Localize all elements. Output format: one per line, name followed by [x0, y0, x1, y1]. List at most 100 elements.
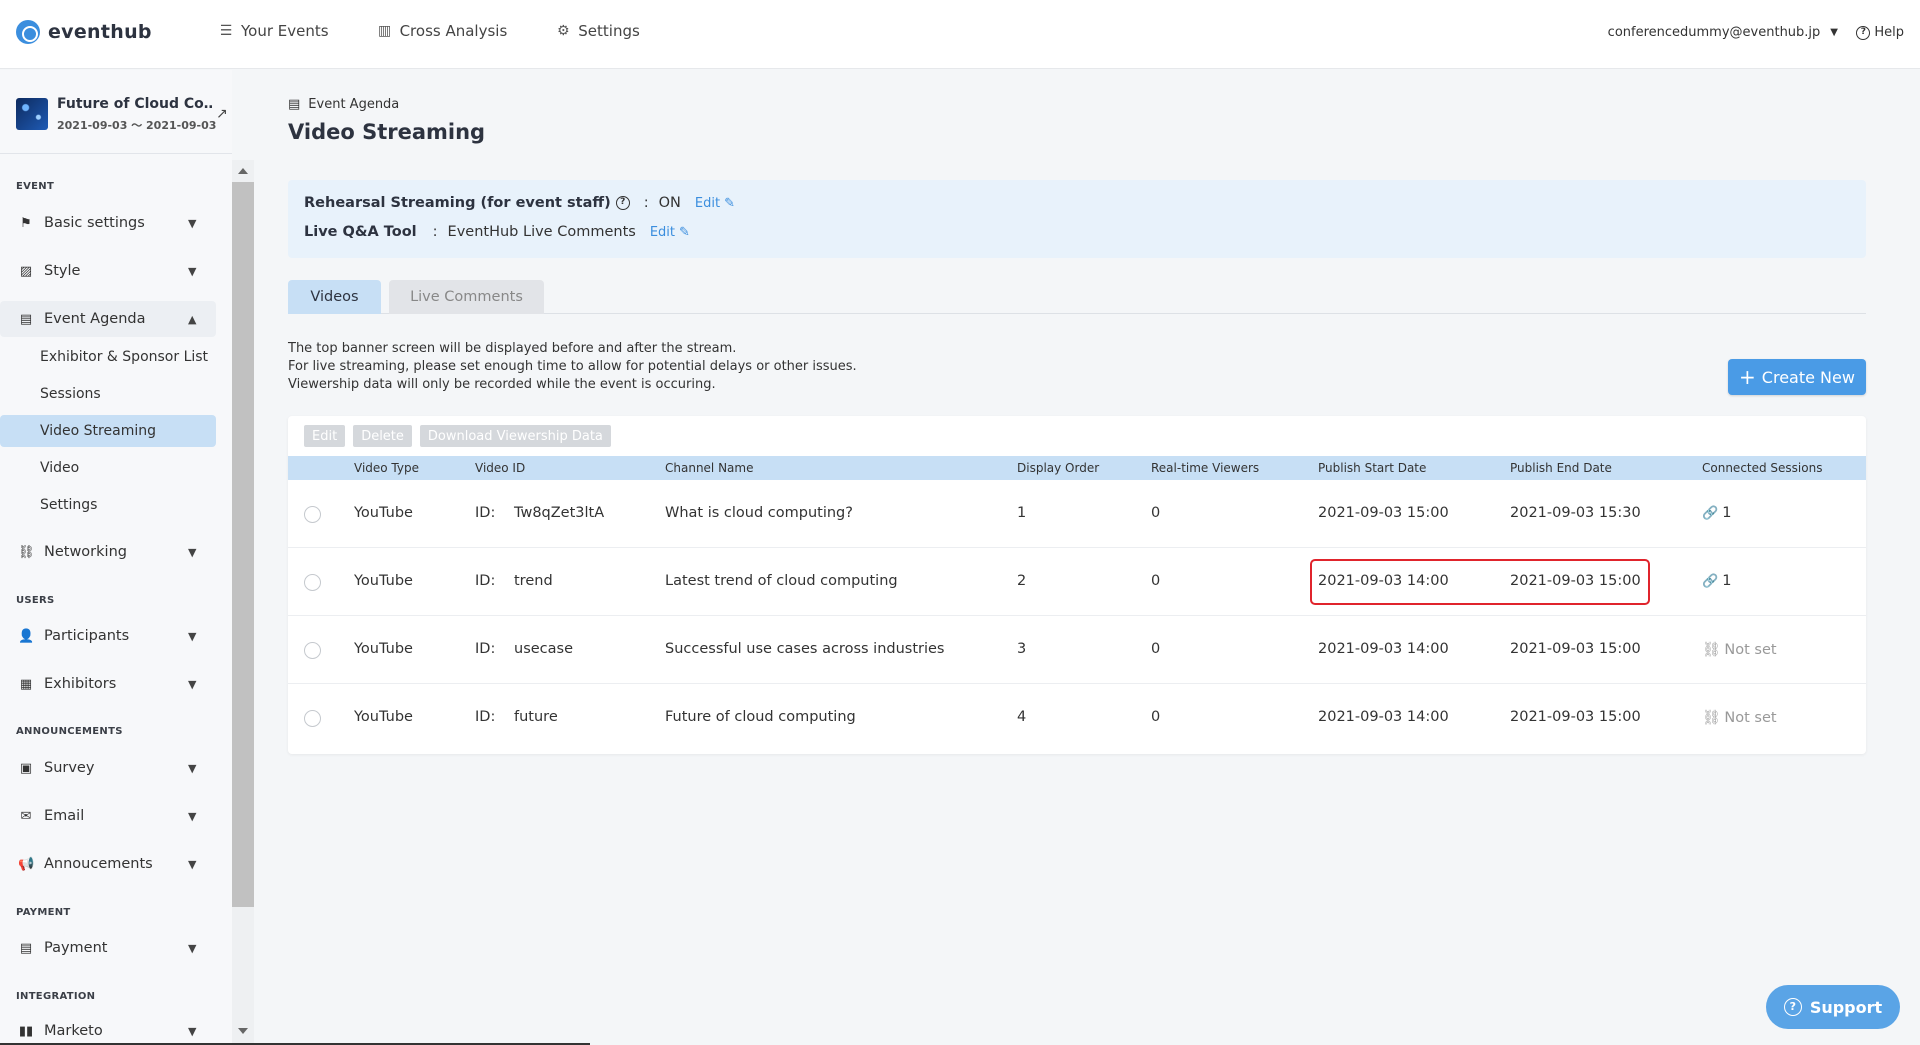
- sidebar-item-label: Networking: [44, 544, 127, 560]
- row-select-radio[interactable]: [304, 574, 321, 591]
- sessions-count: 1: [1722, 505, 1732, 521]
- event-card: Future of Cloud Co… 2021-09-03 ～ 2021-09…: [0, 70, 232, 154]
- section-event: EVENT: [16, 181, 55, 192]
- sidebar-sub-exhibitor-sponsor-list[interactable]: Exhibitor & Sponsor List: [0, 341, 216, 373]
- section-announcements: ANNOUNCEMENTS: [16, 726, 123, 737]
- scroll-down-arrow-icon[interactable]: [238, 1028, 248, 1034]
- help-icon: ?: [1856, 25, 1871, 40]
- agenda-icon: ▤: [288, 97, 301, 112]
- logo[interactable]: eventhub: [16, 20, 152, 44]
- cell-publish-end: 2021-09-03 15:00: [1510, 709, 1641, 725]
- sidebar-item-style[interactable]: ▨ Style ▼: [0, 253, 216, 289]
- sessions-count: 1: [1722, 573, 1732, 589]
- scroll-up-arrow-icon[interactable]: [238, 168, 248, 174]
- th-video-type: Video Type: [354, 461, 419, 475]
- tab-bar: Videos Live Comments: [288, 280, 1866, 314]
- sidebar-item-event-agenda[interactable]: ▤ Event Agenda ▲: [0, 301, 216, 337]
- cell-display-order: 1: [1017, 505, 1027, 521]
- breadcrumb-label: Event Agenda: [308, 97, 400, 112]
- chevron-down-icon: ▼: [188, 941, 197, 955]
- nav-settings[interactable]: ⚙ Settings: [555, 22, 640, 40]
- cell-publish-start: 2021-09-03 14:00: [1318, 709, 1449, 725]
- cell-viewers: 0: [1151, 505, 1161, 521]
- sidebar-item-basic-settings[interactable]: ⚑ Basic settings ▼: [0, 205, 216, 241]
- question-icon[interactable]: ?: [615, 196, 630, 210]
- row-select-radio[interactable]: [304, 506, 321, 523]
- rehearsal-edit-link[interactable]: Edit ✎: [695, 196, 735, 211]
- note-line: For live streaming, please set enough ti…: [288, 359, 857, 374]
- sidebar-item-label: Event Agenda: [44, 311, 146, 327]
- sidebar-item-exhibitors[interactable]: ▦ Exhibitors ▼: [0, 666, 216, 702]
- cell-id-prefix: ID:: [475, 709, 496, 725]
- section-users: USERS: [16, 595, 55, 606]
- external-link-icon[interactable]: ↗: [216, 106, 228, 122]
- create-new-button[interactable]: + Create New: [1728, 359, 1866, 395]
- th-realtime-viewers: Real-time Viewers: [1151, 461, 1260, 475]
- sidebar-item-announcements[interactable]: 📢 Annoucements ▼: [0, 846, 216, 882]
- sidebar-sub-video-streaming[interactable]: Video Streaming: [0, 415, 216, 447]
- cell-connected-sessions[interactable]: ⛓ Not set: [1702, 709, 1777, 726]
- chevron-down-icon: ▼: [188, 677, 197, 691]
- cell-viewers: 0: [1151, 641, 1161, 657]
- sessions-not-set: Not set: [1724, 642, 1777, 658]
- th-connected-sessions: Connected Sessions: [1702, 461, 1823, 475]
- cell-display-order: 2: [1017, 573, 1027, 589]
- rehearsal-value: ON: [658, 195, 681, 211]
- sidebar-item-label: Email: [44, 808, 85, 824]
- videos-table: Edit Delete Download Viewership Data Vid…: [288, 416, 1866, 754]
- sidebar-item-survey[interactable]: ▣ Survey ▼: [0, 750, 216, 786]
- row-select-radio[interactable]: [304, 642, 321, 659]
- plus-icon: +: [1739, 365, 1756, 389]
- sidebar-item-marketo[interactable]: ▮▮ Marketo ▼: [0, 1013, 216, 1045]
- th-video-id: Video ID: [475, 461, 526, 475]
- mail-icon: ✉: [20, 808, 32, 824]
- table-row: YouTube ID: usecase Successful use cases…: [288, 616, 1866, 684]
- tab-videos[interactable]: Videos: [288, 280, 381, 314]
- download-viewership-button[interactable]: Download Viewership Data: [419, 425, 611, 447]
- sidebar-scrollbar[interactable]: [232, 160, 254, 1045]
- scrollbar-thumb[interactable]: [232, 182, 254, 907]
- qa-edit-link[interactable]: Edit ✎: [650, 225, 690, 240]
- edit-label: Edit: [694, 195, 721, 211]
- cell-publish-end: 2021-09-03 15:00: [1510, 641, 1641, 657]
- nav-cross-analysis-label: Cross Analysis: [399, 22, 508, 40]
- link-icon: 🔗: [1702, 574, 1719, 589]
- rehearsal-row: Rehearsal Streaming (for event staff) ? …: [304, 195, 735, 211]
- sidebar-sub-sessions[interactable]: Sessions: [0, 378, 216, 410]
- sidebar-item-email[interactable]: ✉ Email ▼: [0, 798, 216, 834]
- create-new-label: Create New: [1761, 367, 1855, 387]
- cell-video-id: Tw8qZet3ltA: [514, 505, 605, 521]
- sidebar-item-networking[interactable]: ⛓ Networking ▼: [0, 534, 216, 570]
- agenda-icon: ▤: [19, 311, 33, 327]
- sidebar-sub-video[interactable]: Video: [0, 452, 216, 484]
- cell-connected-sessions[interactable]: 🔗 1: [1702, 505, 1731, 521]
- sidebar-item-payment[interactable]: ▤ Payment ▼: [0, 930, 216, 966]
- section-payment: PAYMENT: [16, 907, 71, 918]
- user-menu[interactable]: conferencedummy@eventhub.jp ▼: [1608, 25, 1838, 40]
- delete-button[interactable]: Delete: [353, 425, 412, 447]
- cell-connected-sessions[interactable]: 🔗 1: [1702, 573, 1731, 589]
- qa-label: Live Q&A Tool: [304, 224, 417, 240]
- th-publish-end: Publish End Date: [1510, 461, 1612, 475]
- main-nav: ☰ Your Events ▥ Cross Analysis ⚙ Setting…: [218, 22, 640, 40]
- sidebar-item-participants[interactable]: 👤 Participants ▼: [0, 618, 216, 654]
- cell-video-type: YouTube: [354, 573, 413, 589]
- marketo-icon: ▮▮: [18, 1023, 34, 1039]
- chevron-down-icon: ▼: [1830, 27, 1838, 38]
- cell-viewers: 0: [1151, 573, 1161, 589]
- edit-button[interactable]: Edit: [304, 425, 346, 447]
- help-link[interactable]: ? Help: [1856, 25, 1904, 40]
- qa-value: EventHub Live Comments: [447, 224, 636, 240]
- bar-chart-icon: ▥: [377, 23, 392, 39]
- support-button[interactable]: ? Support: [1766, 985, 1900, 1029]
- cell-publish-end: 2021-09-03 15:00: [1510, 573, 1641, 589]
- cell-channel-name: Latest trend of cloud computing: [665, 573, 898, 589]
- row-select-radio[interactable]: [304, 710, 321, 727]
- cell-connected-sessions[interactable]: ⛓ Not set: [1702, 641, 1777, 658]
- nav-your-events[interactable]: ☰ Your Events: [218, 22, 329, 40]
- user-email: conferencedummy@eventhub.jp: [1607, 25, 1821, 40]
- link-icon: 🔗: [1702, 506, 1719, 521]
- nav-cross-analysis[interactable]: ▥ Cross Analysis: [377, 22, 508, 40]
- sidebar-sub-settings[interactable]: Settings: [0, 489, 216, 521]
- tab-live-comments[interactable]: Live Comments: [389, 280, 544, 314]
